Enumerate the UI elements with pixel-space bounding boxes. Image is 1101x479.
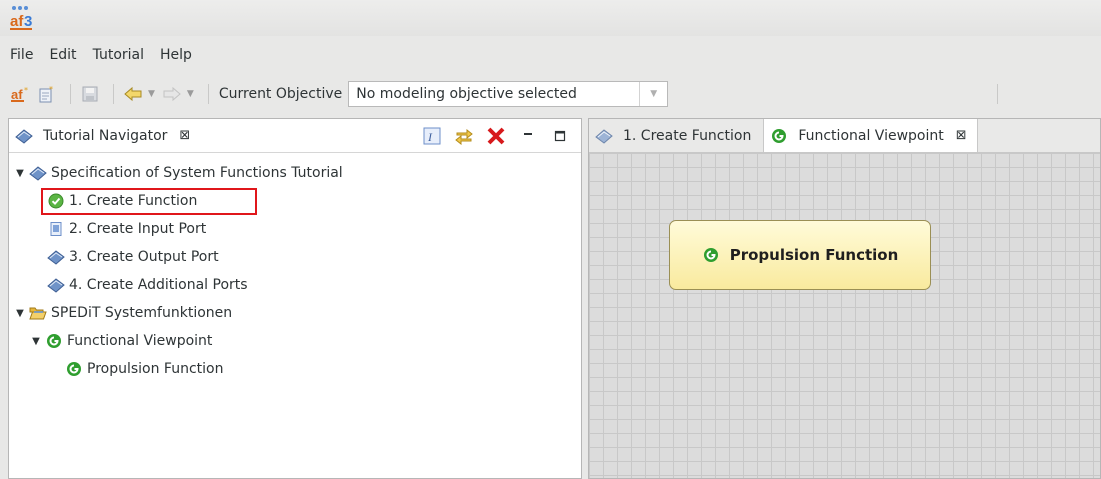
- back-arrow-icon[interactable]: [122, 83, 144, 105]
- tutorial-book-icon: [29, 164, 47, 182]
- menu-bar: File Edit Tutorial Help: [0, 40, 1101, 70]
- svg-text:3: 3: [24, 13, 32, 30]
- sync-arrows-icon[interactable]: [453, 125, 475, 147]
- forward-dropdown-icon[interactable]: ▼: [187, 89, 194, 99]
- tutorial-navigator-tab[interactable]: Tutorial Navigator ⊠ I: [9, 119, 581, 153]
- main-toolbar: af * * ▼ ▼ Current Objective No modeling …: [0, 76, 1101, 112]
- tree-item-project[interactable]: ▼ SPEDiT Systemfunktionen: [9, 299, 581, 327]
- expanded-triangle-icon[interactable]: ▼: [13, 308, 27, 319]
- close-icon[interactable]: ⊠: [956, 128, 967, 143]
- tab-create-function[interactable]: 1. Create Function: [589, 119, 765, 152]
- menu-edit[interactable]: Edit: [49, 47, 84, 63]
- forward-arrow-icon[interactable]: [161, 83, 183, 105]
- tutorial-navigator-view: Tutorial Navigator ⊠ I ▼ Specification o…: [8, 118, 582, 479]
- expanded-triangle-icon[interactable]: ▼: [13, 168, 27, 179]
- tree-item-step-create-output-port[interactable]: 3. Create Output Port: [9, 243, 581, 271]
- tree-item-label: Propulsion Function: [87, 361, 224, 377]
- toolbar-separator: [997, 84, 998, 104]
- tree-item-label: SPEDiT Systemfunktionen: [51, 305, 233, 321]
- current-objective-select[interactable]: No modeling objective selected ▼: [348, 81, 669, 107]
- tree-item-label: 2. Create Input Port: [69, 221, 207, 237]
- tutorial-book-icon: [47, 276, 65, 294]
- remove-red-x-icon[interactable]: [485, 125, 507, 147]
- link-editor-icon[interactable]: I: [421, 125, 443, 147]
- tutorial-navigator-title: Tutorial Navigator: [43, 127, 168, 144]
- svg-text:*: *: [49, 85, 53, 94]
- current-step-page-icon: [47, 220, 65, 238]
- view-toolbar: I: [421, 125, 571, 147]
- tab-functional-viewpoint[interactable]: Functional Viewpoint ⊠: [764, 119, 978, 152]
- tab-label: Functional Viewpoint: [798, 127, 944, 144]
- tutorial-tree: ▼ Specification of System Functions Tuto…: [9, 153, 581, 383]
- function-icon: [770, 127, 788, 145]
- chevron-down-icon[interactable]: ▼: [639, 82, 667, 106]
- toolbar-separator: [70, 84, 71, 104]
- af3-new-project-icon[interactable]: af *: [10, 83, 32, 105]
- svg-text:*: *: [24, 86, 28, 95]
- folder-open-icon: [29, 304, 47, 322]
- editor-area: 1. Create Function Functional Viewpoint …: [588, 118, 1101, 479]
- tree-item-step-create-function[interactable]: 1. Create Function: [9, 187, 581, 215]
- diagram-canvas[interactable]: Propulsion Function: [589, 153, 1100, 478]
- function-icon: [702, 246, 720, 264]
- af3-logo-icon: af 3: [10, 6, 32, 30]
- function-icon: [65, 360, 83, 378]
- current-objective-value: No modeling objective selected: [356, 86, 577, 102]
- svg-text:af: af: [10, 13, 24, 30]
- toolbar-separator: [207, 84, 209, 104]
- maximize-icon[interactable]: [549, 125, 571, 147]
- propulsion-function-node[interactable]: Propulsion Function: [669, 220, 931, 290]
- minimize-icon[interactable]: [517, 125, 539, 147]
- tutorial-book-icon: [15, 127, 33, 145]
- tutorial-book-icon: [595, 127, 613, 145]
- menu-tutorial[interactable]: Tutorial: [93, 47, 152, 63]
- tree-item-functional-viewpoint[interactable]: ▼ Functional Viewpoint: [9, 327, 581, 355]
- tree-item-tutorial[interactable]: ▼ Specification of System Functions Tuto…: [9, 159, 581, 187]
- save-icon[interactable]: [79, 83, 101, 105]
- editor-tab-bar: 1. Create Function Functional Viewpoint …: [589, 119, 1100, 153]
- tree-item-step-create-additional-ports[interactable]: 4. Create Additional Ports: [9, 271, 581, 299]
- highlight-box: [41, 188, 257, 215]
- back-dropdown-icon[interactable]: ▼: [148, 89, 155, 99]
- expanded-triangle-icon[interactable]: ▼: [29, 336, 43, 347]
- toolbar-separator: [113, 84, 114, 104]
- tree-item-propulsion-function[interactable]: Propulsion Function: [9, 355, 581, 383]
- tutorial-book-icon: [47, 248, 65, 266]
- title-bar: af 3: [0, 0, 1101, 36]
- current-objective-label: Current Objective: [218, 86, 343, 102]
- tab-label: 1. Create Function: [623, 127, 752, 144]
- tree-item-step-create-input-port[interactable]: 2. Create Input Port: [9, 215, 581, 243]
- tree-item-label: 4. Create Additional Ports: [69, 277, 248, 293]
- menu-file[interactable]: File: [10, 47, 41, 63]
- tree-item-label: Functional Viewpoint: [67, 333, 213, 349]
- function-icon: [45, 332, 63, 350]
- tree-item-label: 3. Create Output Port: [69, 249, 219, 265]
- tree-item-label: Specification of System Functions Tutori…: [51, 165, 343, 181]
- menu-help[interactable]: Help: [160, 47, 200, 63]
- svg-text:af: af: [11, 87, 23, 102]
- function-node-label: Propulsion Function: [729, 246, 899, 264]
- close-icon[interactable]: ⊠: [179, 128, 190, 143]
- new-element-icon[interactable]: *: [36, 83, 58, 105]
